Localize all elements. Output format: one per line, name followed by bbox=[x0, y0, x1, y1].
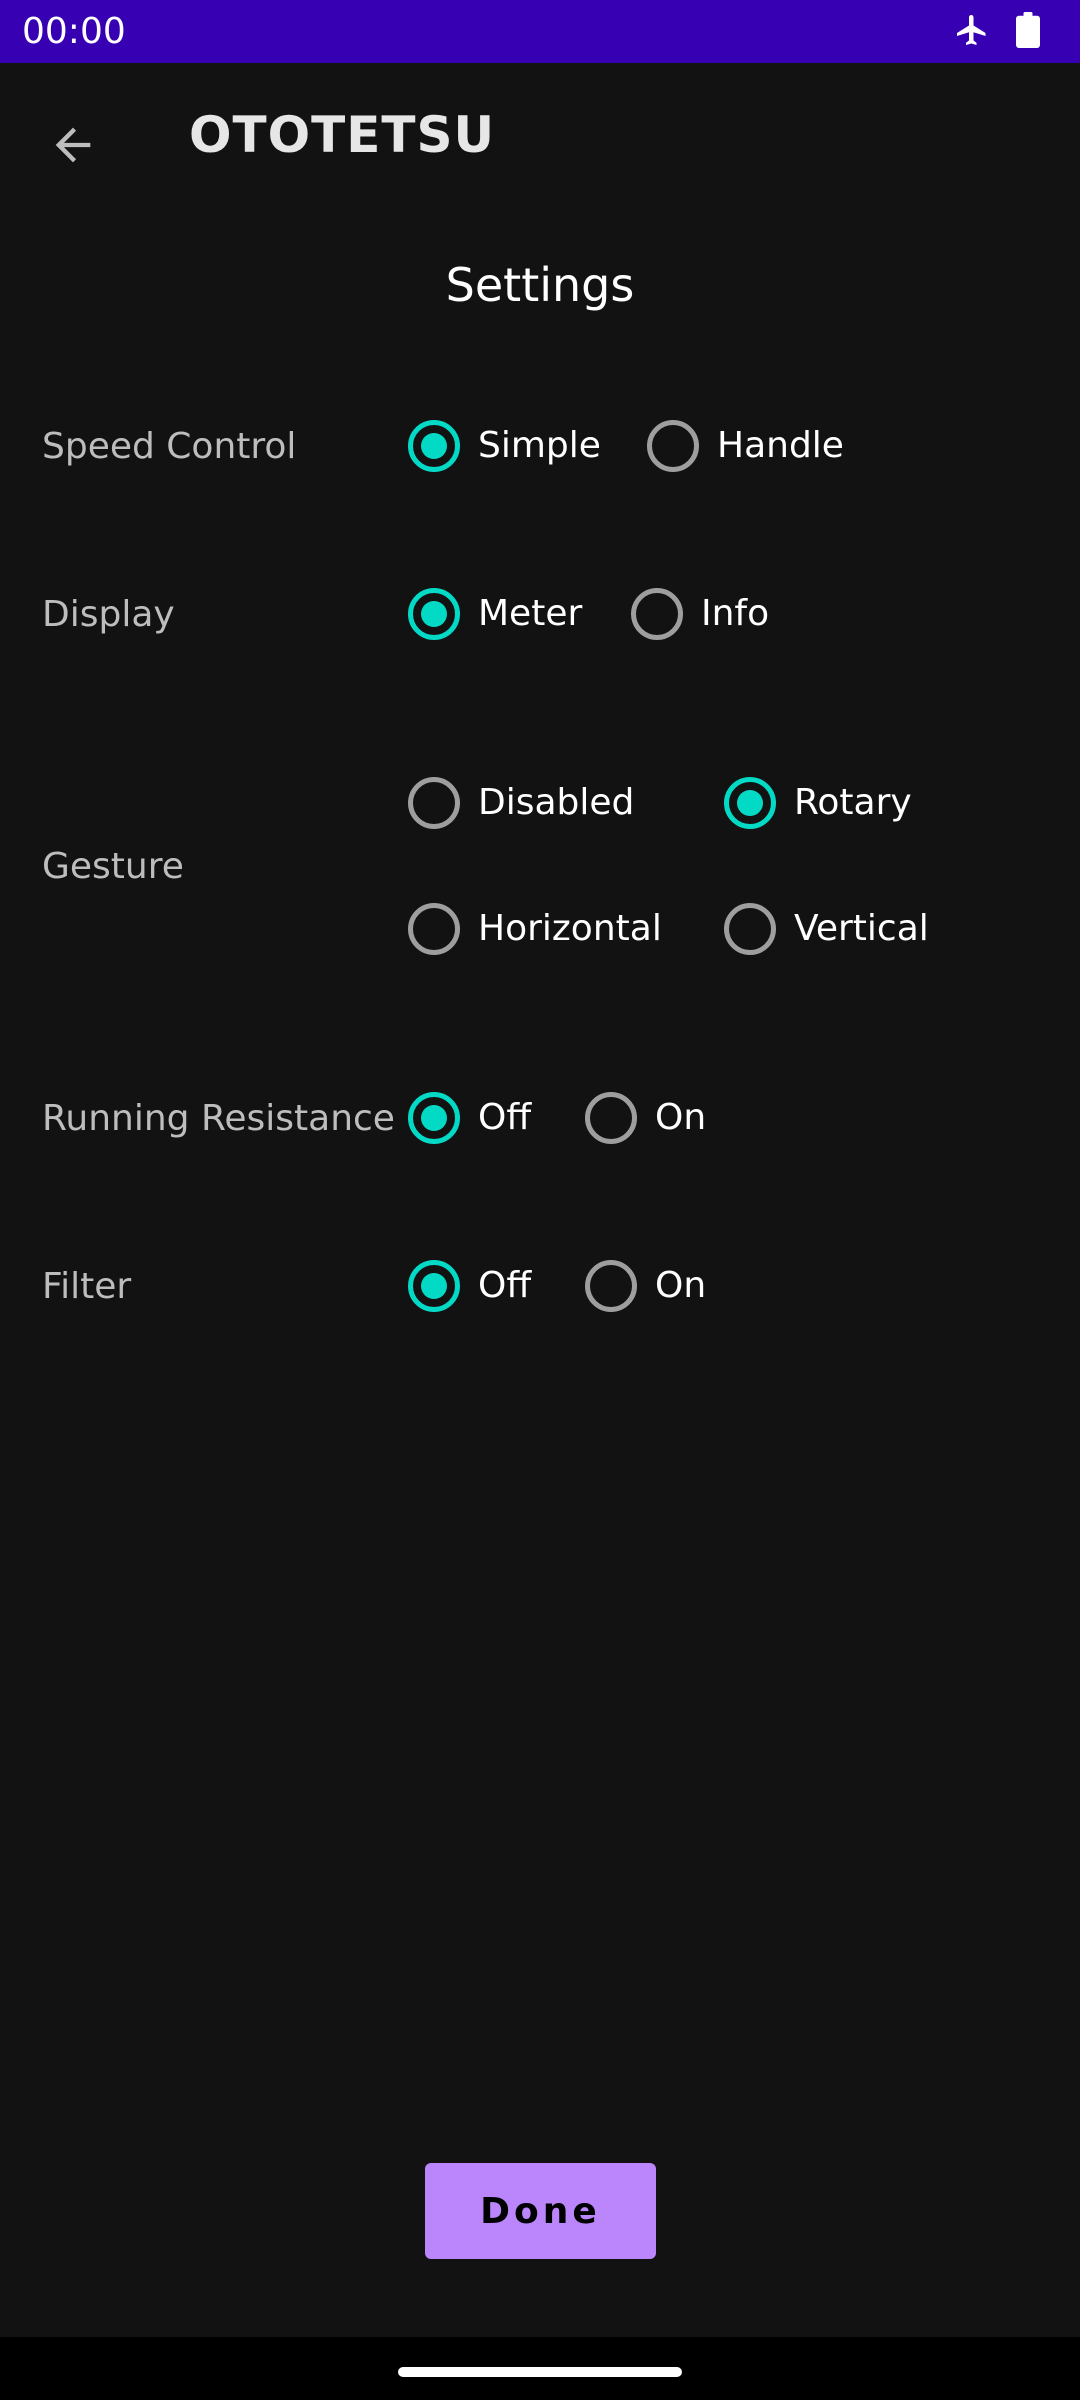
radio-label: On bbox=[655, 1265, 707, 1306]
done-button[interactable]: Done bbox=[425, 2163, 656, 2259]
speed-control-label: Speed Control bbox=[42, 426, 297, 467]
radio-label: Simple bbox=[478, 425, 601, 466]
radio-unchecked-icon bbox=[631, 588, 683, 640]
navigation-bar bbox=[0, 2337, 1080, 2400]
radio-filter-on[interactable]: On bbox=[585, 1256, 706, 1316]
status-icons bbox=[954, 12, 1040, 52]
radio-checked-icon bbox=[408, 1260, 460, 1312]
radio-checked-icon bbox=[408, 1092, 460, 1144]
back-button[interactable] bbox=[30, 104, 116, 190]
page-title: Settings bbox=[445, 258, 635, 312]
radio-gesture-disabled[interactable]: Disabled bbox=[408, 773, 634, 833]
radio-label: Horizontal bbox=[478, 908, 662, 949]
radio-checked-icon bbox=[408, 588, 460, 640]
radio-gesture-vertical[interactable]: Vertical bbox=[724, 899, 929, 959]
home-gesture-handle[interactable] bbox=[398, 2367, 682, 2377]
radio-running-resistance-off[interactable]: Off bbox=[408, 1088, 531, 1148]
radio-gesture-horizontal[interactable]: Horizontal bbox=[408, 899, 662, 959]
radio-checked-icon bbox=[724, 777, 776, 829]
radio-gesture-rotary[interactable]: Rotary bbox=[724, 773, 912, 833]
radio-checked-icon bbox=[408, 420, 460, 472]
radio-label: Vertical bbox=[794, 908, 929, 949]
radio-filter-off[interactable]: Off bbox=[408, 1256, 531, 1316]
radio-label: Meter bbox=[478, 593, 583, 634]
radio-speed-control-handle[interactable]: Handle bbox=[647, 416, 844, 476]
radio-unchecked-icon bbox=[724, 903, 776, 955]
radio-label: Disabled bbox=[478, 782, 635, 823]
radio-label: Rotary bbox=[794, 782, 912, 823]
radio-label: Off bbox=[478, 1265, 532, 1306]
arrow-back-icon bbox=[47, 119, 99, 175]
radio-unchecked-icon bbox=[585, 1260, 637, 1312]
radio-label: Off bbox=[478, 1097, 532, 1138]
app-title: OTOTETSU bbox=[189, 106, 496, 164]
radio-display-info[interactable]: Info bbox=[631, 584, 769, 644]
radio-label: Info bbox=[701, 593, 770, 634]
airplane-icon bbox=[954, 12, 990, 52]
radio-speed-control-simple[interactable]: Simple bbox=[408, 416, 601, 476]
radio-label: Handle bbox=[717, 425, 844, 466]
radio-running-resistance-on[interactable]: On bbox=[585, 1088, 706, 1148]
radio-unchecked-icon bbox=[647, 420, 699, 472]
radio-label: On bbox=[655, 1097, 707, 1138]
radio-display-meter[interactable]: Meter bbox=[408, 584, 582, 644]
display-label: Display bbox=[42, 594, 175, 635]
radio-unchecked-icon bbox=[585, 1092, 637, 1144]
gesture-label: Gesture bbox=[42, 846, 184, 887]
status-time: 00:00 bbox=[22, 11, 126, 52]
app-bar: OTOTETSU bbox=[0, 63, 1080, 211]
radio-unchecked-icon bbox=[408, 777, 460, 829]
radio-unchecked-icon bbox=[408, 903, 460, 955]
status-bar: 00:00 bbox=[0, 0, 1080, 63]
battery-icon bbox=[1016, 12, 1040, 52]
filter-label: Filter bbox=[42, 1266, 132, 1307]
running-resistance-label: Running Resistance bbox=[42, 1098, 395, 1139]
